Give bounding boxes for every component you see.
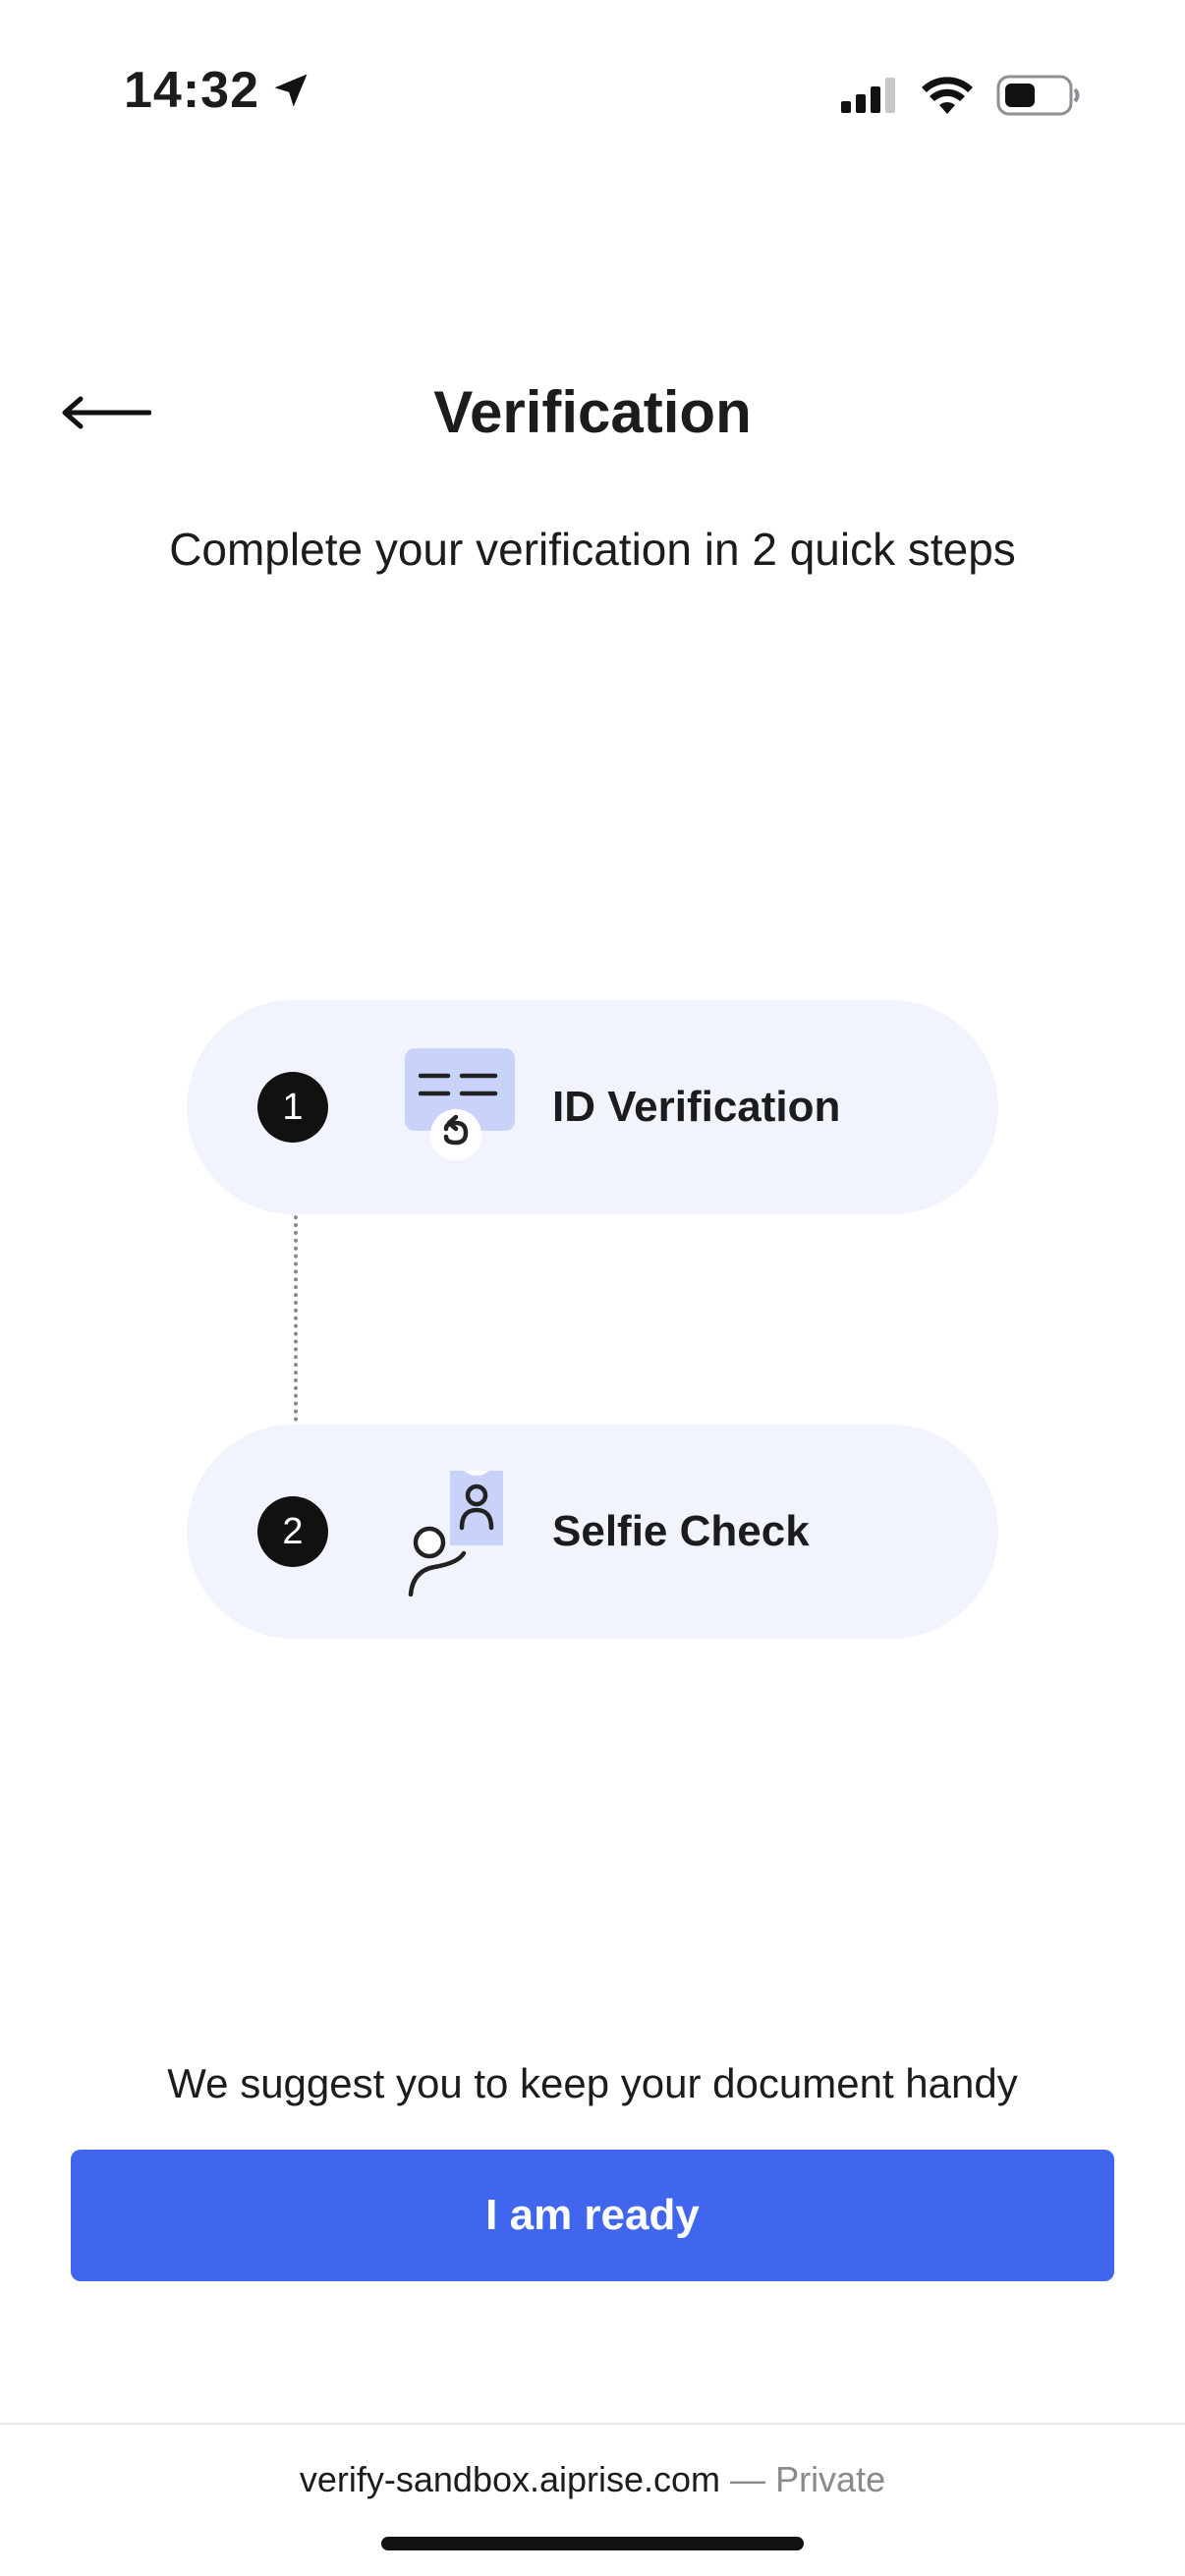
verification-screen: 14:32 Verification Complete your verific… bbox=[0, 0, 1185, 2576]
i-am-ready-button[interactable]: I am ready bbox=[71, 2150, 1114, 2281]
step-number-badge: 1 bbox=[257, 1072, 328, 1143]
id-card-icon bbox=[405, 1048, 515, 1160]
status-time: 14:32 bbox=[124, 61, 312, 120]
page-title: Verification bbox=[433, 379, 752, 445]
home-indicator[interactable] bbox=[381, 2537, 804, 2550]
browser-divider bbox=[0, 2423, 1185, 2425]
page-subtitle: Complete your verification in 2 quick st… bbox=[169, 524, 1016, 575]
selfie-icon bbox=[408, 1471, 503, 1596]
browser-domain: verify-sandbox.aiprise.com bbox=[299, 2459, 721, 2499]
browser-address[interactable]: verify-sandbox.aiprise.com — Private bbox=[0, 2452, 1185, 2507]
step-selfie-check: 2 Selfie Check bbox=[187, 1425, 998, 1639]
step-label: ID Verification bbox=[552, 1083, 841, 1131]
wifi-icon bbox=[922, 77, 973, 114]
browser-separator: — bbox=[720, 2459, 776, 2499]
step-label: Selfie Check bbox=[552, 1507, 810, 1555]
step-id-verification: 1 ID Verification bbox=[187, 1000, 998, 1214]
status-indicators bbox=[841, 75, 1081, 116]
cellular-signal-icon bbox=[841, 78, 895, 113]
battery-icon bbox=[996, 75, 1080, 116]
document-suggestion-text: We suggest you to keep your document han… bbox=[167, 2060, 1018, 2106]
browser-private-label: Private bbox=[775, 2459, 886, 2499]
status-time-text: 14:32 bbox=[124, 62, 259, 119]
location-arrow-icon bbox=[274, 74, 308, 107]
step-number-badge: 2 bbox=[257, 1496, 328, 1567]
